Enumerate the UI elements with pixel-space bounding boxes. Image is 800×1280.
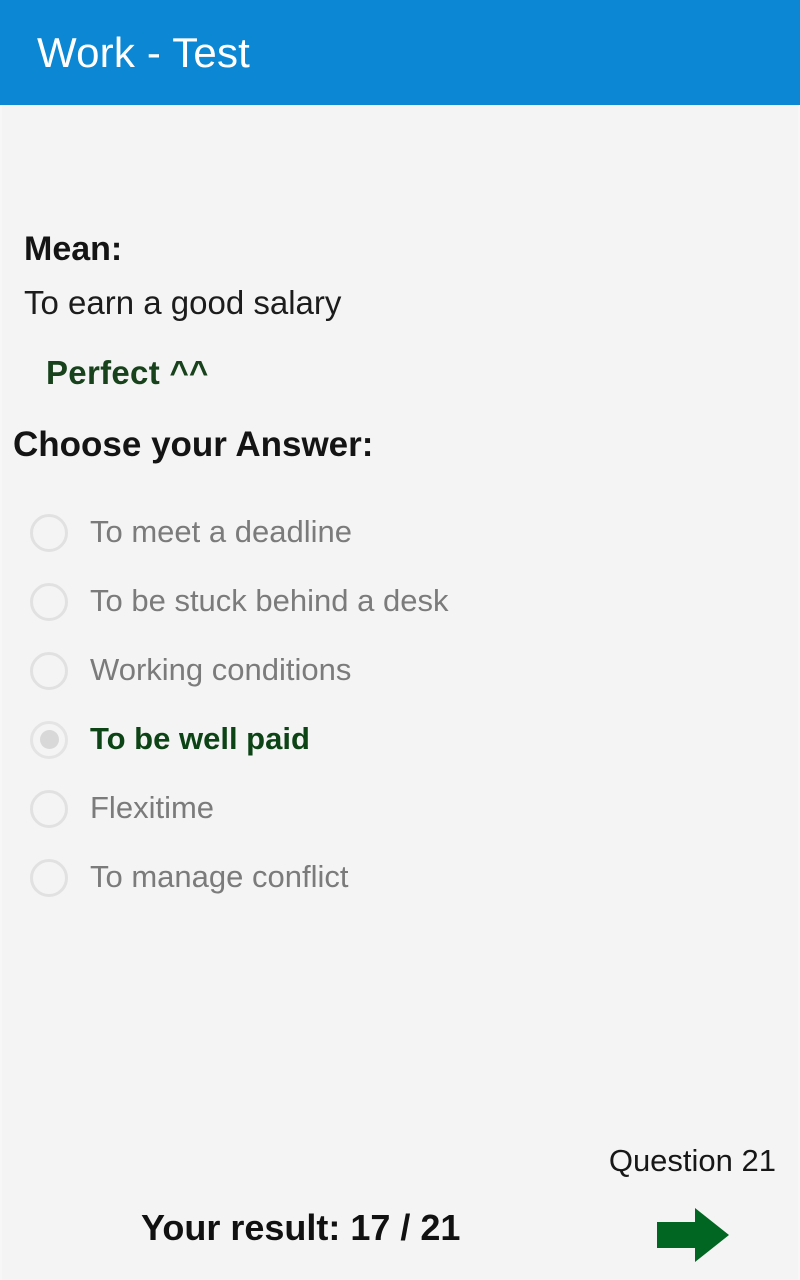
radio-button-icon[interactable]	[30, 651, 68, 690]
arrow-right-icon	[657, 1208, 729, 1262]
next-question-button[interactable]	[647, 1200, 739, 1270]
answer-option-0[interactable]: To meet a deadline	[2, 498, 798, 567]
choose-answer-label: Choose your Answer:	[13, 425, 374, 464]
question-counter: Question 21	[608, 1142, 776, 1178]
answer-option-label: To manage conflict	[90, 859, 349, 895]
verdict-text: Perfect ^^	[46, 354, 209, 391]
answer-option-5[interactable]: To manage conflict	[2, 843, 798, 912]
answer-option-label: Working conditions	[90, 652, 352, 688]
radio-button-icon[interactable]	[30, 789, 68, 828]
answer-option-4[interactable]: Flexitime	[2, 774, 798, 843]
answer-option-1[interactable]: To be stuck behind a desk	[2, 567, 798, 636]
answer-radio-group: To meet a deadline To be stuck behind a …	[2, 498, 798, 912]
bottom-bar: Your result: 17 / 21	[2, 1194, 798, 1280]
mean-value: To earn a good salary	[24, 284, 342, 321]
answer-option-label: To be stuck behind a desk	[90, 583, 449, 619]
app-root: Work - Test Mean: To earn a good salary …	[0, 0, 800, 1280]
answer-option-3[interactable]: To be well paid	[2, 705, 798, 774]
answer-option-2[interactable]: Working conditions	[2, 636, 798, 705]
radio-button-icon[interactable]	[30, 513, 68, 552]
answer-option-label: Flexitime	[90, 790, 215, 826]
radio-button-selected-icon[interactable]	[30, 720, 68, 759]
radio-button-icon[interactable]	[30, 858, 68, 897]
app-bar-title: Work - Test	[37, 28, 251, 76]
mean-label: Mean:	[24, 230, 123, 268]
radio-button-icon[interactable]	[30, 582, 68, 621]
question-content: Mean: To earn a good salary Perfect ^^ C…	[0, 105, 800, 1280]
answer-option-label: To be well paid	[90, 721, 310, 757]
answer-option-label: To meet a deadline	[90, 514, 352, 550]
app-bar: Work - Test	[0, 0, 800, 109]
result-text: Your result: 17 / 21	[141, 1207, 461, 1248]
